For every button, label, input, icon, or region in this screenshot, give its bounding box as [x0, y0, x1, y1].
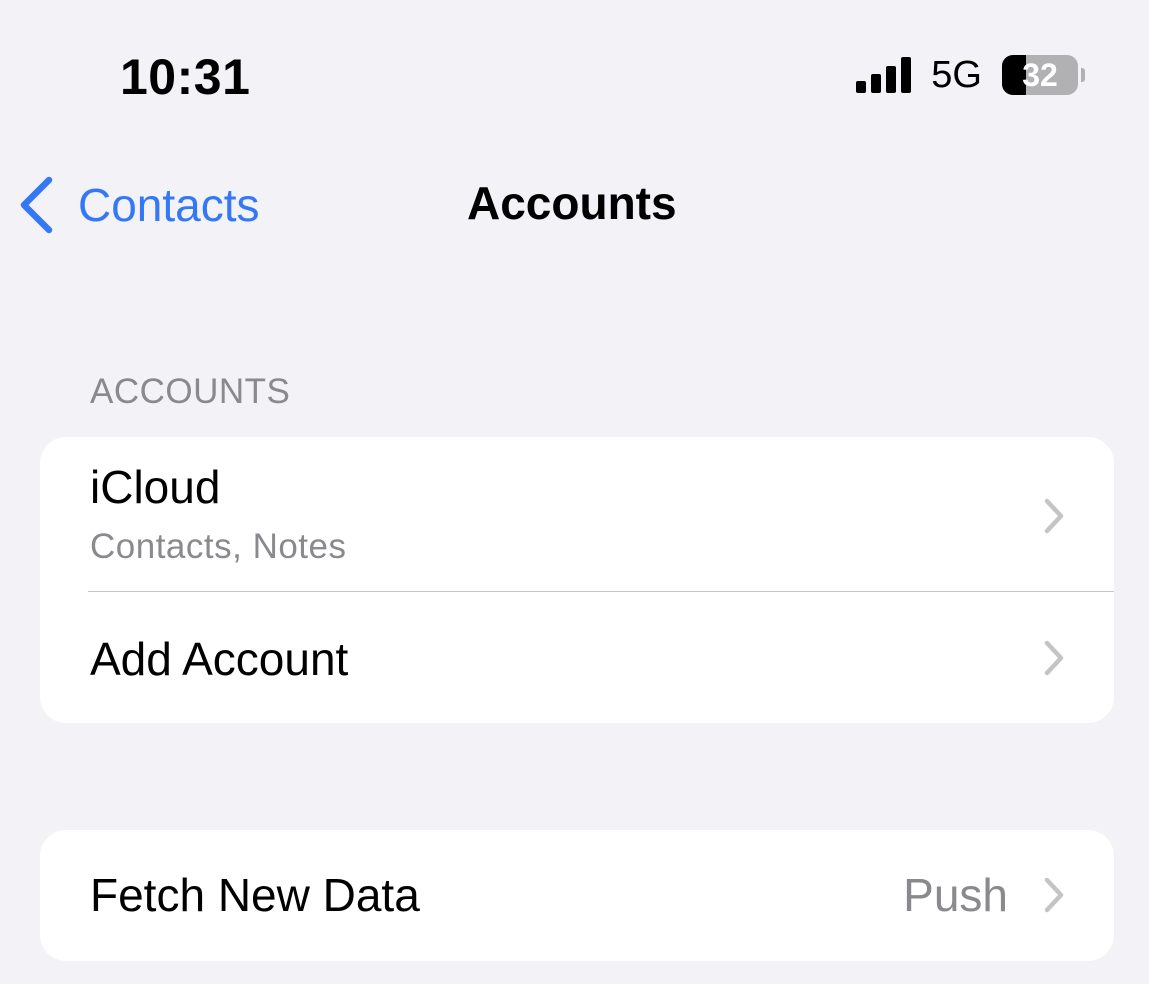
row-title: Fetch New Data	[90, 869, 420, 921]
battery-cap	[1081, 68, 1085, 82]
chevron-right-icon	[1044, 640, 1064, 676]
fetch-new-data-row[interactable]: Fetch New Data Push	[40, 830, 1114, 961]
section-header-accounts: ACCOUNTS	[90, 372, 291, 411]
cellular-signal-icon	[856, 57, 912, 93]
page-title: Accounts	[467, 177, 677, 229]
account-row-icloud[interactable]: iCloud Contacts, Notes	[40, 437, 1114, 591]
back-button-label: Contacts	[78, 179, 260, 231]
row-value: Push	[903, 869, 1008, 921]
battery-level: 32	[1022, 56, 1058, 93]
network-type: 5G	[931, 53, 982, 96]
row-title: Add Account	[90, 633, 349, 685]
chevron-right-icon	[1044, 877, 1064, 913]
chevron-right-icon	[1044, 498, 1064, 534]
status-indicators: 5G 32	[856, 54, 1085, 96]
accounts-group: iCloud Contacts, Notes Add Account	[40, 437, 1114, 723]
chevron-left-icon	[20, 176, 53, 234]
battery-icon: 32	[1002, 55, 1078, 95]
add-account-row[interactable]: Add Account	[40, 592, 1114, 723]
row-title: iCloud	[90, 461, 221, 513]
back-button[interactable]: Contacts	[18, 172, 260, 238]
status-time: 10:31	[120, 49, 251, 105]
fetch-group: Fetch New Data Push	[40, 830, 1114, 961]
row-subtitle: Contacts, Notes	[90, 527, 347, 566]
